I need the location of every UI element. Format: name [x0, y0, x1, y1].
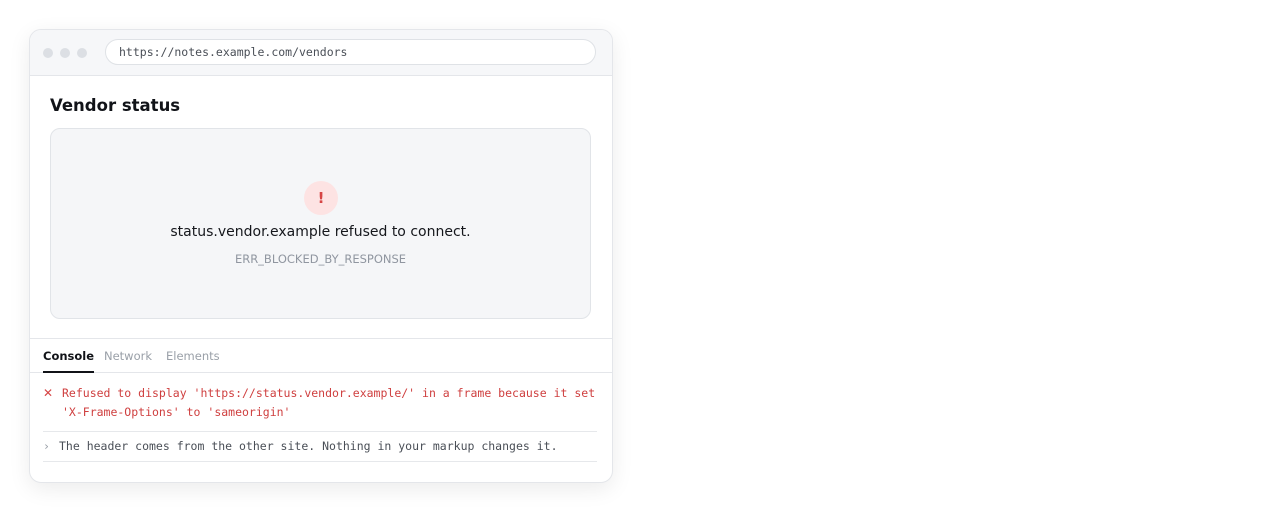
browser-window: https://notes.example.com/vendors Vendor…: [29, 29, 613, 483]
tab-network[interactable]: Network: [104, 349, 152, 363]
error-icon: !: [304, 181, 338, 215]
console-error-row: ✕ Refused to display 'https://status.ven…: [43, 384, 597, 432]
chevron-right-icon[interactable]: ›: [43, 437, 50, 456]
tab-console[interactable]: Console: [43, 349, 95, 373]
window-minimize-dot[interactable]: [60, 48, 70, 58]
frame-error-code: ERR_BLOCKED_BY_RESPONSE: [234, 252, 407, 266]
window-close-dot[interactable]: [43, 48, 53, 58]
tab-elements[interactable]: Elements: [166, 349, 220, 363]
address-bar[interactable]: https://notes.example.com/vendors: [105, 39, 596, 65]
frame-error-message: status.vendor.example refused to connect…: [170, 224, 471, 240]
error-x-icon: ✕: [43, 386, 54, 400]
console-log-row: › The header comes from the other site. …: [43, 437, 597, 462]
console-log-message: The header comes from the other site. No…: [59, 439, 558, 453]
browser-titlebar: https://notes.example.com/vendors: [30, 30, 612, 76]
embedded-frame: ! status.vendor.example refused to conne…: [50, 128, 591, 319]
page-title: Vendor status: [50, 96, 181, 115]
console-error-message: Refused to display 'https://status.vendo…: [62, 386, 596, 419]
devtools-panel: Console Network Elements ✕ Refused to di…: [30, 338, 612, 482]
window-maximize-dot[interactable]: [77, 48, 87, 58]
devtools-tabs: Console Network Elements: [30, 339, 612, 373]
